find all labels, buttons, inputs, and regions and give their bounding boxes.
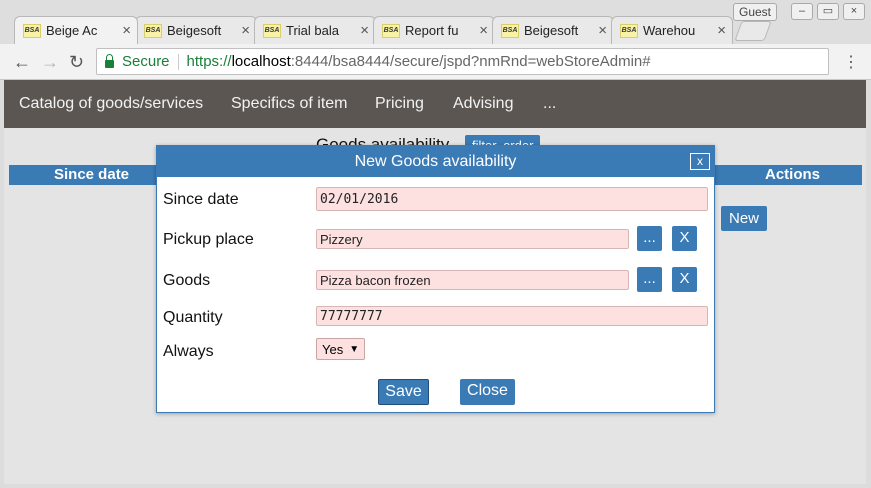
since-date-input[interactable]: 02/01/2016	[316, 187, 708, 211]
browser-tab-title: Beigesoft	[167, 23, 222, 38]
tab-close-icon[interactable]: ×	[241, 22, 250, 39]
browser-tab-title: Warehou	[643, 23, 696, 38]
always-select-value: Yes	[322, 341, 344, 357]
nav-item-specifics[interactable]: Specifics of item	[231, 95, 347, 113]
tab-close-icon[interactable]: ×	[479, 22, 488, 39]
new-button[interactable]: New	[721, 206, 767, 231]
maximize-icon[interactable]: ▭	[817, 3, 839, 20]
back-arrow-icon[interactable]: ←	[13, 52, 31, 73]
goods-select-button[interactable]: ...	[637, 267, 662, 292]
bsa-favicon-icon: BSA	[263, 23, 281, 38]
tab-close-icon[interactable]: ×	[717, 22, 726, 39]
reload-icon[interactable]: ↻	[69, 52, 84, 73]
browser-tab-title: Report fu	[405, 23, 459, 38]
browser-tab-title: Beigesoft	[524, 23, 579, 38]
browser-tab-3[interactable]: BSA Trial bala ×	[254, 16, 376, 44]
goods-input[interactable]: Pizza bacon frozen	[316, 270, 629, 290]
new-tab-button[interactable]	[734, 21, 772, 41]
window-close-icon[interactable]: ×	[843, 3, 865, 20]
quantity-input[interactable]: 77777777	[316, 306, 708, 326]
more-menu-icon[interactable]: ⋮	[843, 52, 859, 72]
browser-tabstrip: BSA Beige Ac × BSA Beigesoft × BSA Trial…	[0, 0, 871, 44]
quantity-label: Quantity	[163, 309, 223, 326]
browser-tab-5[interactable]: BSA Beigesoft ×	[492, 16, 614, 44]
profile-button[interactable]: Guest	[733, 3, 778, 21]
url-host: localhost	[231, 53, 291, 70]
always-label: Always	[163, 343, 214, 360]
close-button[interactable]: Close	[460, 379, 515, 405]
always-select[interactable]: Yes ▼	[316, 338, 366, 360]
bsa-favicon-icon: BSA	[501, 23, 519, 38]
address-bar[interactable]: Secure https:// localhost :8444/bsa8444/…	[96, 48, 829, 75]
browser-toolbar: ← → ↻ Secure https:// localhost :8444/bs…	[0, 44, 871, 80]
chevron-down-icon: ▼	[349, 343, 360, 355]
dialog-header: New Goods availability x	[157, 146, 714, 177]
dialog-close-icon[interactable]: x	[690, 153, 710, 170]
browser-tab-1[interactable]: BSA Beige Ac ×	[14, 16, 138, 44]
divider	[177, 53, 179, 70]
url-scheme: https://	[186, 53, 232, 70]
nav-item-advising[interactable]: Advising	[453, 95, 513, 113]
browser-tab-2[interactable]: BSA Beigesoft ×	[135, 16, 257, 44]
pickup-place-clear-button[interactable]: X	[672, 226, 697, 251]
column-header-since-date: Since date	[54, 166, 130, 183]
pickup-place-input[interactable]: Pizzery	[316, 229, 629, 249]
nav-item-pricing[interactable]: Pricing	[375, 95, 424, 113]
bsa-favicon-icon: BSA	[23, 23, 41, 38]
dialog-title: New Goods availability	[354, 153, 517, 170]
goods-clear-button[interactable]: X	[672, 267, 697, 292]
browser-tab-title: Trial bala	[286, 23, 339, 38]
secure-label: Secure	[122, 53, 170, 70]
new-goods-availability-dialog: New Goods availability x Since date 02/0…	[156, 145, 715, 413]
column-header-actions: Actions	[765, 166, 821, 183]
save-button[interactable]: Save	[378, 379, 429, 405]
nav-item-catalog[interactable]: Catalog of goods/services	[19, 95, 203, 113]
pickup-place-label: Pickup place	[163, 231, 254, 248]
tab-close-icon[interactable]: ×	[598, 22, 607, 39]
since-date-label: Since date	[163, 191, 239, 208]
bsa-favicon-icon: BSA	[382, 23, 400, 38]
bsa-favicon-icon: BSA	[144, 23, 162, 38]
tab-close-icon[interactable]: ×	[360, 22, 369, 39]
main-navbar: Catalog of goods/services Specifics of i…	[4, 80, 866, 128]
tab-close-icon[interactable]: ×	[122, 22, 131, 39]
minimize-icon[interactable]: –	[791, 3, 813, 20]
browser-tab-6[interactable]: BSA Warehou ×	[611, 16, 733, 44]
browser-tab-4[interactable]: BSA Report fu ×	[373, 16, 495, 44]
lock-icon	[105, 53, 114, 68]
pickup-place-select-button[interactable]: ...	[637, 226, 662, 251]
forward-arrow-icon[interactable]: →	[41, 52, 59, 73]
bsa-favicon-icon: BSA	[620, 23, 638, 38]
nav-item-more[interactable]: ...	[543, 95, 556, 113]
goods-label: Goods	[163, 272, 211, 289]
url-path: :8444/bsa8444/secure/jspd?nmRnd=webStore…	[290, 53, 651, 70]
browser-tab-title: Beige Ac	[46, 23, 98, 38]
